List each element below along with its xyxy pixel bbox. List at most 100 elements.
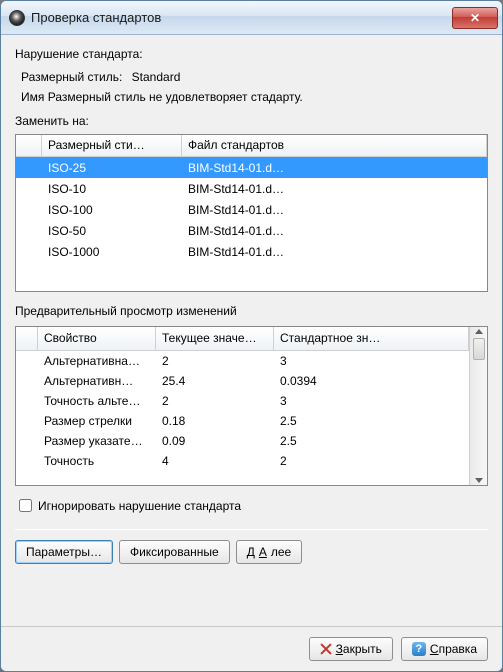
x-icon <box>320 643 332 655</box>
prow-icon-cell <box>16 379 38 383</box>
preview-scrollbar[interactable] <box>469 327 487 485</box>
close-icon: ✕ <box>470 11 480 25</box>
replace-col-file[interactable]: Файл стандартов <box>182 135 487 156</box>
preview-row[interactable]: Точность42 <box>16 451 469 471</box>
prow-standard: 2 <box>274 452 469 470</box>
fixed-label: Фиксированные <box>130 545 219 559</box>
window-close-button[interactable]: ✕ <box>452 7 498 29</box>
prow-standard: 2.5 <box>274 412 469 430</box>
row-file-cell: BIM-Std14-01.d… <box>182 222 487 240</box>
close-label-suffix: акрыть <box>343 642 382 656</box>
violation-message: Имя Размерный стиль не удовлетворяет ста… <box>21 90 482 104</box>
next-label-hotkey: А <box>259 545 267 559</box>
prow-property: Точность альте… <box>38 392 156 410</box>
row-icon-cell <box>16 208 42 212</box>
close-button[interactable]: Закрыть <box>309 637 393 661</box>
prow-standard: 0.0394 <box>274 372 469 390</box>
replace-header[interactable]: Размерный сти… Файл стандартов <box>16 135 487 157</box>
style-label: Размерный стиль: <box>21 70 122 84</box>
prow-icon-cell <box>16 439 38 443</box>
prow-standard: 3 <box>274 352 469 370</box>
replace-listview[interactable]: Размерный сти… Файл стандартов ISO-25BIM… <box>15 134 488 292</box>
preview-col-icon[interactable] <box>16 327 38 350</box>
row-icon-cell <box>16 229 42 233</box>
scroll-down-icon[interactable] <box>475 478 483 483</box>
row-style-cell: ISO-25 <box>42 159 182 177</box>
style-value: Standard <box>132 70 181 84</box>
row-style-cell: ISO-1000 <box>42 243 182 261</box>
next-button[interactable]: ДАлее <box>236 540 303 564</box>
row-icon-cell <box>16 250 42 254</box>
preview-row[interactable]: Точность альте…23 <box>16 391 469 411</box>
ignore-checkbox-input[interactable] <box>19 499 32 512</box>
violation-header: Нарушение стандарта: <box>15 45 488 65</box>
row-icon-cell <box>16 187 42 191</box>
prow-current: 2 <box>156 392 274 410</box>
preview-row[interactable]: Размер указате…0.092.5 <box>16 431 469 451</box>
ignore-violation-checkbox[interactable]: Игнорировать нарушение стандарта <box>15 496 488 515</box>
violation-info: Размерный стиль: Standard Имя Размерный … <box>15 65 488 112</box>
replace-col-icon[interactable] <box>16 135 42 156</box>
prow-property: Альтернативн… <box>38 372 156 390</box>
prow-standard: 3 <box>274 392 469 410</box>
row-icon-cell <box>16 166 42 170</box>
replace-row[interactable]: ISO-50BIM-Std14-01.d… <box>16 220 487 241</box>
preview-row[interactable]: Альтернативна…23 <box>16 351 469 371</box>
preview-row[interactable]: Размер стрелки0.182.5 <box>16 411 469 431</box>
titlebar[interactable]: Проверка стандартов ✕ <box>1 1 502 35</box>
next-label-prefix: Д <box>247 545 255 559</box>
row-file-cell: BIM-Std14-01.d… <box>182 201 487 219</box>
prow-current: 0.09 <box>156 432 274 450</box>
separator <box>15 529 488 530</box>
replace-label: Заменить на: <box>15 112 488 132</box>
help-label-suffix: правка <box>439 642 477 656</box>
prow-icon-cell <box>16 459 38 463</box>
window-title: Проверка стандартов <box>31 10 452 25</box>
replace-col-style[interactable]: Размерный сти… <box>42 135 182 156</box>
replace-row[interactable]: ISO-100BIM-Std14-01.d… <box>16 199 487 220</box>
help-icon: ? <box>412 642 426 656</box>
preview-label: Предварительный просмотр изменений <box>15 302 488 322</box>
prow-property: Точность <box>38 452 156 470</box>
prow-property: Альтернативна… <box>38 352 156 370</box>
row-file-cell: BIM-Std14-01.d… <box>182 180 487 198</box>
prow-icon-cell <box>16 419 38 423</box>
prow-icon-cell <box>16 399 38 403</box>
replace-row[interactable]: ISO-25BIM-Std14-01.d… <box>16 157 487 178</box>
preview-col-standard[interactable]: Стандартное зн… <box>274 327 469 350</box>
dialog-footer: Закрыть ? Справка <box>1 626 502 671</box>
prow-standard: 2.5 <box>274 432 469 450</box>
close-label-hotkey: З <box>336 642 343 656</box>
preview-col-current[interactable]: Текущее значе… <box>156 327 274 350</box>
row-file-cell: BIM-Std14-01.d… <box>182 159 487 177</box>
params-label: Параметры… <box>26 545 102 559</box>
replace-row[interactable]: ISO-1000BIM-Std14-01.d… <box>16 241 487 262</box>
next-label-suffix: лее <box>271 545 291 559</box>
row-style-cell: ISO-100 <box>42 201 182 219</box>
prow-current: 2 <box>156 352 274 370</box>
prow-current: 0.18 <box>156 412 274 430</box>
ignore-checkbox-label: Игнорировать нарушение стандарта <box>38 499 241 513</box>
help-button[interactable]: ? Справка <box>401 637 488 661</box>
params-button[interactable]: Параметры… <box>15 540 113 564</box>
preview-col-property[interactable]: Свойство <box>38 327 156 350</box>
app-icon <box>9 10 25 26</box>
preview-row[interactable]: Альтернативн…25.40.0394 <box>16 371 469 391</box>
scroll-thumb[interactable] <box>473 338 485 360</box>
help-label-hotkey: С <box>430 642 439 656</box>
fixed-button[interactable]: Фиксированные <box>119 540 230 564</box>
action-buttons: Параметры… Фиксированные ДАлее <box>15 540 488 564</box>
row-file-cell: BIM-Std14-01.d… <box>182 243 487 261</box>
prow-current: 4 <box>156 452 274 470</box>
row-style-cell: ISO-10 <box>42 180 182 198</box>
dialog-body: Нарушение стандарта: Размерный стиль: St… <box>1 35 502 626</box>
row-style-cell: ISO-50 <box>42 222 182 240</box>
preview-listview[interactable]: Свойство Текущее значе… Стандартное зн… … <box>15 326 488 486</box>
prow-current: 25.4 <box>156 372 274 390</box>
standards-check-dialog: Проверка стандартов ✕ Нарушение стандарт… <box>0 0 503 672</box>
prow-icon-cell <box>16 359 38 363</box>
prow-property: Размер стрелки <box>38 412 156 430</box>
replace-row[interactable]: ISO-10BIM-Std14-01.d… <box>16 178 487 199</box>
preview-header[interactable]: Свойство Текущее значе… Стандартное зн… <box>16 327 469 351</box>
prow-property: Размер указате… <box>38 432 156 450</box>
